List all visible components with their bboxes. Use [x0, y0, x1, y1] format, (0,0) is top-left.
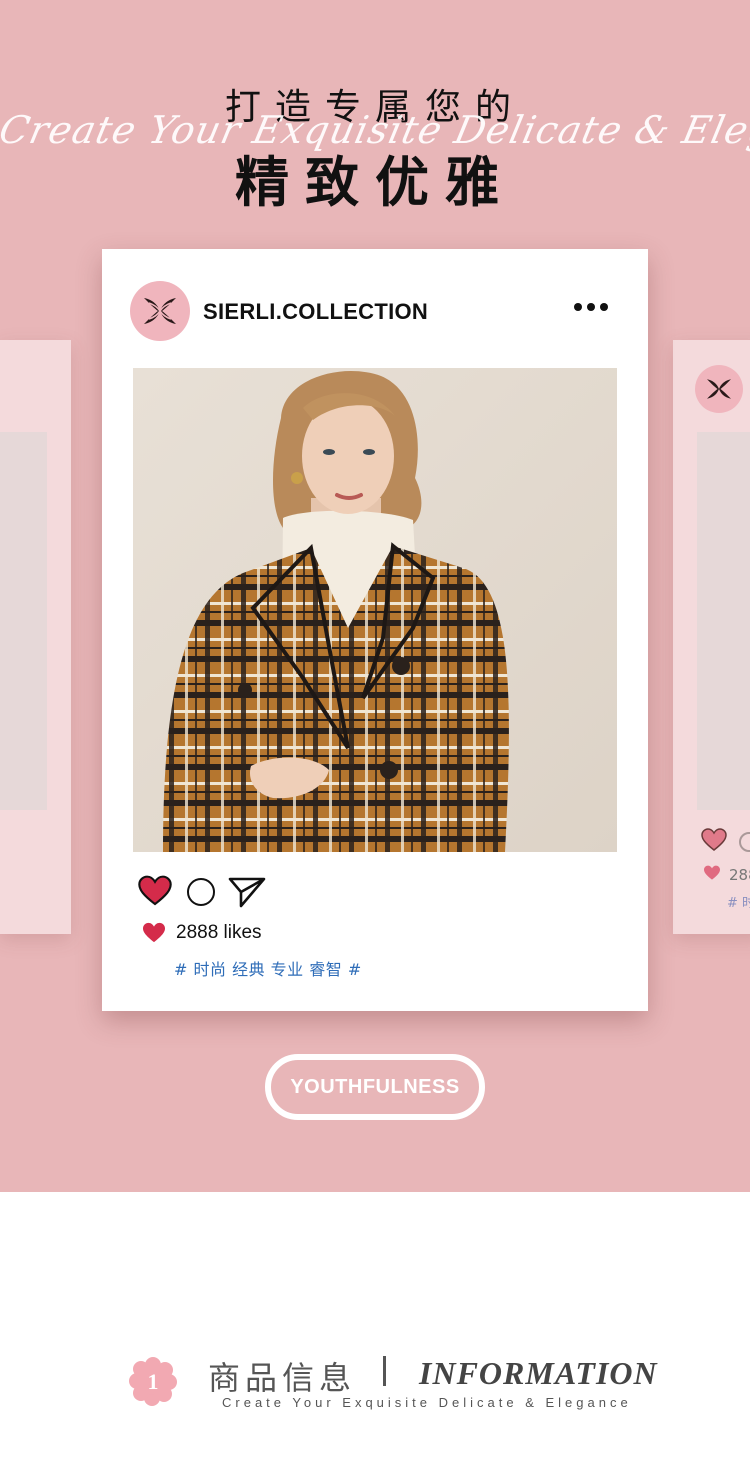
side-likes: 288 [729, 866, 750, 884]
info-subtitle: Create Your Exquisite Delicate & Eleganc… [222, 1395, 632, 1410]
comment-icon[interactable] [187, 878, 215, 906]
flower-icon: 1 [128, 1356, 178, 1406]
side-card-image [697, 432, 750, 810]
info-title-cn: 商品信息 [208, 1359, 357, 1397]
heart-icon[interactable] [138, 875, 172, 907]
info-title-en: INFORMATION [419, 1355, 658, 1391]
heart-icon [704, 865, 720, 880]
side-card-right[interactable]: 288 # 时 [673, 340, 750, 934]
brand-logo [144, 298, 176, 324]
hero-section: 打造专属您的 Create Your Exquisite Delicate & … [0, 0, 750, 1192]
section-number: 1 [148, 1369, 159, 1394]
headline-line-2: 精致优雅 [235, 151, 515, 214]
comment-icon[interactable] [739, 832, 750, 852]
account-handle[interactable]: SIERLI.COLLECTION [203, 299, 428, 325]
post-card: SIERLI.COLLECTION 2888 likes # 时尚 经典 专业 … [102, 249, 648, 1011]
heart-icon [143, 922, 165, 943]
side-avatar [695, 365, 743, 413]
side-card-left[interactable] [0, 340, 71, 934]
share-icon[interactable] [227, 875, 267, 909]
side-tags: # 时 [727, 896, 750, 911]
side-card-image [0, 432, 47, 810]
brand-logo [707, 379, 731, 399]
youthfulness-button[interactable]: YOUTHFULNESS [265, 1054, 485, 1120]
post-photo [133, 368, 617, 852]
divider [383, 1356, 386, 1386]
likes-count[interactable]: 2888 likes [176, 922, 262, 944]
more-icon[interactable] [574, 303, 608, 311]
heart-icon[interactable] [701, 828, 727, 852]
avatar[interactable] [130, 281, 190, 341]
hashtags[interactable]: # 时尚 经典 专业 睿智 # [174, 956, 362, 980]
youthfulness-button-label: YOUTHFULNESS [290, 1075, 460, 1098]
